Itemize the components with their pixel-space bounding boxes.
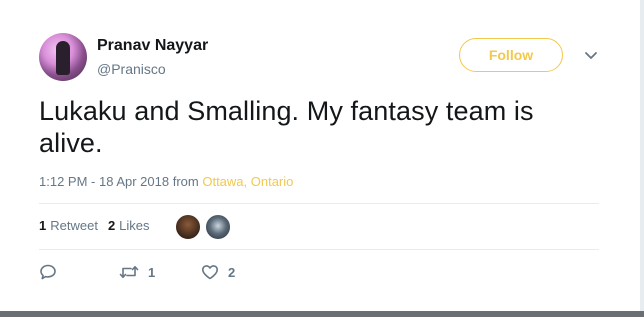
tweet-card: Pranav Nayyar @Pranisco Follow Lukaku an…	[0, 0, 641, 311]
reply-button[interactable]	[39, 263, 119, 281]
chevron-down-icon[interactable]	[583, 50, 599, 62]
liker-avatar[interactable]	[175, 214, 201, 240]
likers-avatars	[175, 214, 235, 240]
likes-stat-count: 2	[107, 218, 116, 233]
tweet-text: Lukaku and Smalling. My fantasy team is …	[39, 96, 534, 158]
like-button[interactable]: 2	[201, 264, 235, 280]
window-bottom-edge	[0, 311, 644, 317]
retweet-stat[interactable]: 1 Retweet	[39, 218, 98, 233]
author-handle[interactable]: @Pranisco	[97, 61, 166, 77]
like-count: 2	[228, 264, 236, 280]
divider	[39, 249, 599, 250]
from-label: from	[172, 174, 199, 189]
likes-stat-label: Likes	[119, 218, 150, 233]
liker-avatar[interactable]	[205, 214, 231, 240]
retweet-button[interactable]: 1	[119, 264, 201, 280]
retweet-count: 1	[148, 264, 156, 280]
retweet-stat-label: Retweet	[50, 218, 98, 233]
retweet-stat-count: 1	[39, 218, 47, 233]
avatar-figure	[56, 41, 70, 75]
tweet-timestamp[interactable]: 1:12 PM - 18 Apr 2018	[39, 174, 169, 189]
divider	[39, 203, 599, 204]
tweet-meta: 1:12 PM - 18 Apr 2018 from Ottawa, Ontar…	[39, 174, 293, 189]
follow-button[interactable]: Follow	[459, 38, 563, 72]
likes-stat[interactable]: 2 Likes	[108, 218, 150, 233]
heart-icon	[202, 265, 218, 280]
retweet-icon	[119, 265, 139, 278]
reply-icon	[40, 264, 56, 280]
tweet-actions: 1 2	[39, 263, 235, 281]
tweet-location[interactable]: Ottawa, Ontario	[202, 174, 293, 189]
author-avatar[interactable]	[39, 33, 87, 81]
tweet-stats: 1 Retweet 2 Likes	[39, 218, 160, 233]
author-name[interactable]: Pranav Nayyar	[97, 37, 208, 55]
